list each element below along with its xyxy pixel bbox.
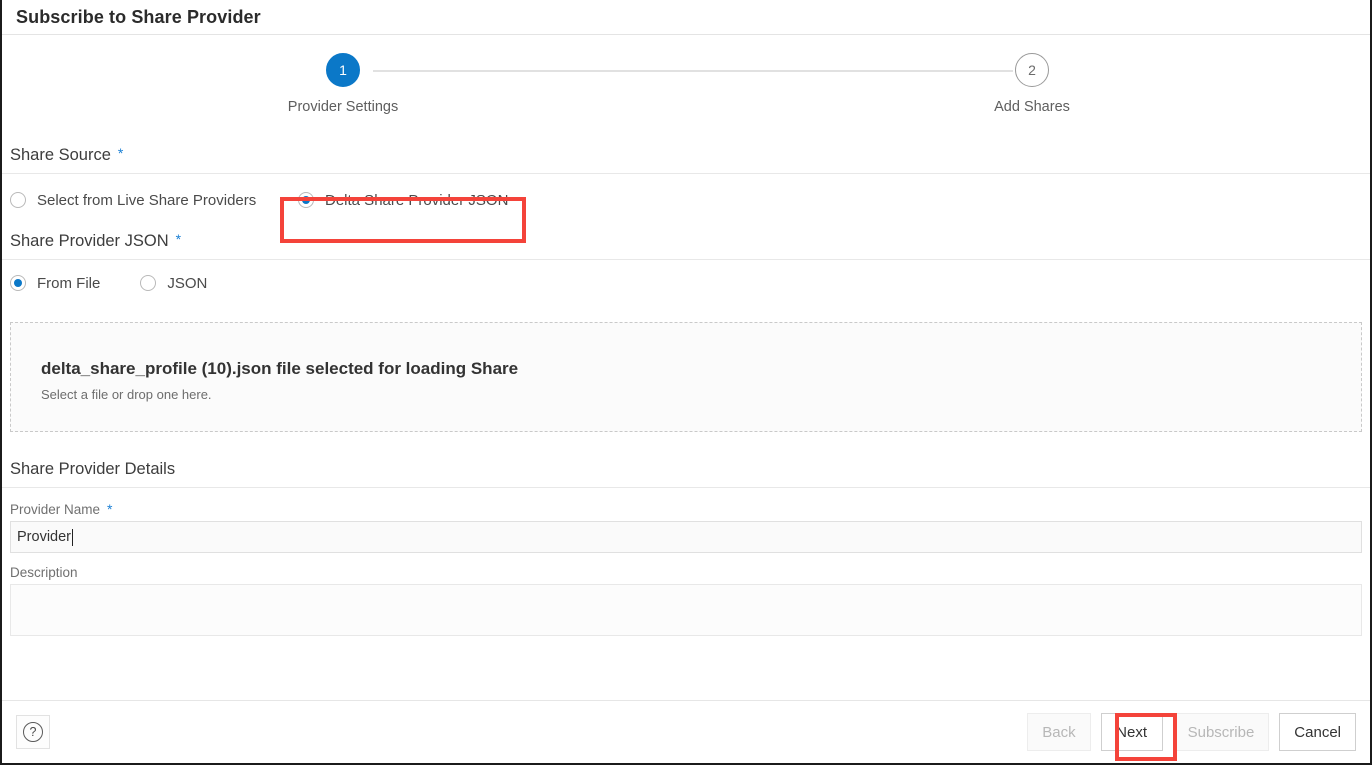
question-mark-icon: ? [23,722,43,742]
radio-label-from-file: From File [37,275,100,292]
radio-checked-icon[interactable] [298,192,314,208]
text-cursor-icon [72,529,73,546]
description-label: Description [10,565,1362,580]
radio-select-from-live-share-providers[interactable]: Select from Live Share Providers [10,192,280,209]
stepper-connector-line [373,70,1013,72]
provider-name-field-group: Provider Name * Provider [2,502,1370,553]
help-button[interactable]: ? [16,715,50,749]
file-dropzone[interactable]: delta_share_profile (10).json file selec… [10,322,1362,432]
step-1-circle[interactable]: 1 [326,53,360,87]
cancel-button[interactable]: Cancel [1279,713,1356,751]
share-source-radio-group: Select from Live Share Providers Delta S… [2,174,1370,226]
radio-delta-share-provider-json[interactable]: Delta Share Provider JSON [298,192,508,209]
share-provider-details-heading: Share Provider Details [2,460,1370,488]
share-source-heading: Share Source * [2,146,1370,174]
subscribe-share-provider-dialog: Subscribe to Share Provider 1 Provider S… [0,0,1372,765]
radio-unchecked-icon[interactable] [140,275,156,291]
provider-name-value: Provider [17,529,71,545]
provider-name-label: Provider Name * [10,502,1362,517]
description-field-group: Description [2,565,1370,636]
dropzone-hint: Select a file or drop one here. [41,387,1361,402]
step-2-label: Add Shares [932,99,1132,115]
description-textarea[interactable] [10,584,1362,636]
provider-name-input[interactable]: Provider [10,521,1362,553]
provider-name-label-text: Provider Name [10,502,100,517]
share-provider-json-radio-group: From File JSON [2,260,1370,306]
stepper-step-provider-settings[interactable]: 1 Provider Settings [243,53,443,115]
next-button[interactable]: Next [1101,713,1163,751]
radio-label-live-share-providers: Select from Live Share Providers [37,192,256,209]
share-source-required-marker: * [118,145,123,161]
radio-label-delta-share-provider-json: Delta Share Provider JSON [325,192,508,209]
stepper-step-add-shares[interactable]: 2 Add Shares [932,53,1132,115]
share-provider-json-heading-text: Share Provider JSON [10,232,169,250]
dialog-titlebar: Subscribe to Share Provider [2,0,1370,35]
subscribe-button[interactable]: Subscribe [1173,713,1270,751]
step-2-circle[interactable]: 2 [1015,53,1049,87]
dialog-footer: ? Back Next Subscribe Cancel [2,700,1370,763]
radio-checked-icon[interactable] [10,275,26,291]
radio-unchecked-icon[interactable] [10,192,26,208]
share-provider-json-required-marker: * [176,231,181,247]
radio-label-json: JSON [167,275,207,292]
page-title: Subscribe to Share Provider [16,7,261,28]
radio-json[interactable]: JSON [140,275,207,292]
share-source-heading-text: Share Source [10,146,111,164]
radio-from-file[interactable]: From File [10,275,100,292]
dropzone-selected-file-status: delta_share_profile (10).json file selec… [41,359,1361,379]
back-button[interactable]: Back [1027,713,1090,751]
step-1-label: Provider Settings [243,99,443,115]
share-provider-json-heading: Share Provider JSON * [2,232,1370,260]
provider-name-required-marker: * [107,501,112,517]
wizard-stepper: 1 Provider Settings 2 Add Shares [2,35,1370,140]
share-provider-details-heading-text: Share Provider Details [10,460,175,478]
